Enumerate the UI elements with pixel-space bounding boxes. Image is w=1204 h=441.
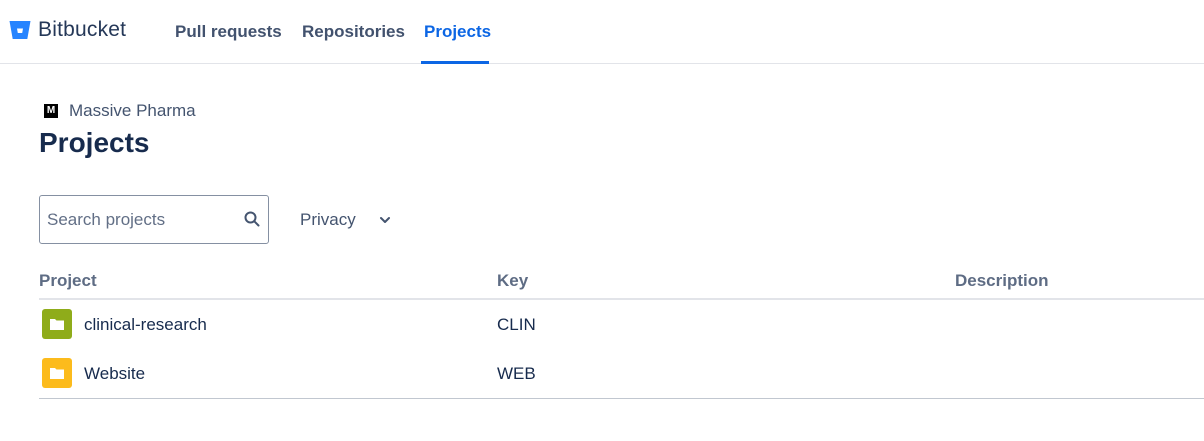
folder-icon	[50, 319, 64, 330]
table-bottom-border	[39, 398, 1204, 399]
project-avatar[interactable]	[42, 358, 72, 388]
search-field[interactable]	[39, 195, 269, 244]
brand-name: Bitbucket	[38, 18, 127, 41]
project-name-link[interactable]: Website	[84, 364, 145, 384]
column-header-description[interactable]: Description	[955, 271, 1049, 291]
project-key: CLIN	[497, 315, 536, 334]
bitbucket-icon	[9, 21, 31, 39]
privacy-filter-label: Privacy	[300, 209, 356, 229]
workspace-avatar: M	[44, 104, 58, 118]
active-tab-indicator	[421, 61, 489, 64]
workspace-breadcrumb[interactable]: M Massive Pharma	[44, 101, 196, 121]
page-title: Projects	[39, 127, 150, 158]
nav-projects[interactable]: Projects	[424, 0, 491, 63]
project-key: WEB	[497, 364, 536, 383]
search-input[interactable]	[47, 196, 237, 243]
privacy-filter-dropdown[interactable]: Privacy	[300, 197, 392, 242]
column-header-key[interactable]: Key	[497, 271, 528, 291]
project-avatar[interactable]	[42, 309, 72, 339]
column-header-project[interactable]: Project	[39, 271, 97, 291]
project-name-link[interactable]: clinical-research	[84, 315, 207, 335]
bitbucket-logo[interactable]: Bitbucket	[8, 16, 126, 44]
nav-pull-requests[interactable]: Pull requests	[175, 0, 282, 63]
folder-icon	[50, 368, 64, 379]
table-row[interactable]: clinical-research CLIN	[39, 300, 1204, 348]
nav-repositories[interactable]: Repositories	[302, 0, 405, 63]
top-navigation: Bitbucket Pull requests Repositories Pro…	[0, 0, 1204, 64]
workspace-name[interactable]: Massive Pharma	[69, 101, 196, 121]
table-row[interactable]: Website WEB	[39, 349, 1204, 397]
search-icon[interactable]	[243, 210, 261, 228]
chevron-down-icon	[379, 216, 390, 223]
